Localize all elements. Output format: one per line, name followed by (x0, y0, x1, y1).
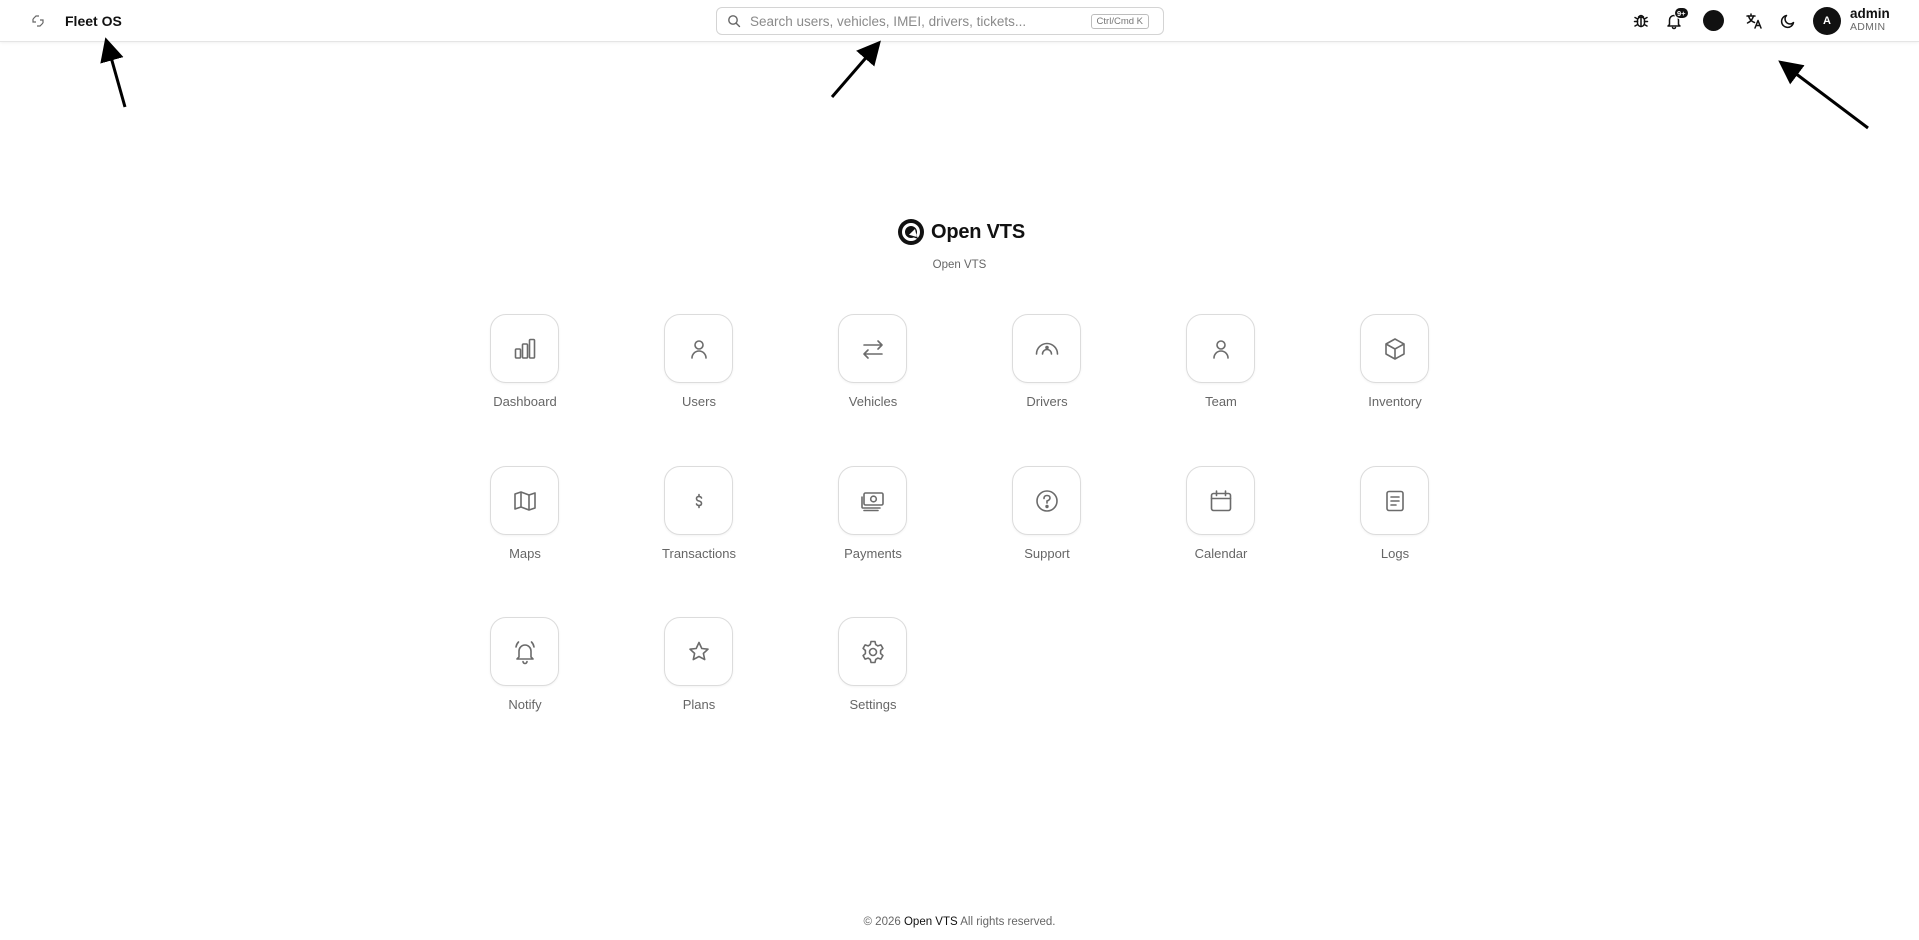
search-icon (727, 14, 741, 28)
user-icon (690, 339, 707, 359)
app-support[interactable]: Support (987, 466, 1107, 576)
app-dashboard[interactable]: Dashboard (465, 314, 585, 424)
app-tile[interactable] (838, 466, 907, 535)
app-tile[interactable] (1360, 466, 1429, 535)
app-tile[interactable] (1360, 314, 1429, 383)
app-label: Users (682, 394, 716, 409)
app-tile[interactable] (664, 466, 733, 535)
app-label: Logs (1380, 546, 1410, 561)
app-label: Maps (509, 546, 541, 561)
app-tile[interactable] (838, 314, 907, 383)
app-tile[interactable] (1012, 314, 1081, 383)
calendar-icon (1210, 489, 1231, 511)
app-label: Dashboard (493, 394, 557, 409)
map-icon (513, 490, 536, 511)
app-plans[interactable]: Plans (639, 617, 759, 727)
search-shortcut-hint: Ctrl/Cmd K (1090, 13, 1149, 29)
document-icon (1385, 490, 1404, 511)
footer-rights: All rights reserved. (960, 916, 1056, 928)
bug-report-icon[interactable] (1631, 11, 1651, 31)
arrow-to-search (830, 40, 881, 98)
app-label: Settings (849, 697, 897, 712)
dollar-icon (695, 493, 702, 508)
app-settings[interactable]: Settings (813, 617, 933, 727)
user-role: ADMIN (1850, 21, 1886, 33)
arrows-swap-icon (862, 339, 883, 359)
notifications-bell-icon[interactable]: 9+ (1664, 7, 1689, 31)
search-input[interactable] (750, 13, 1091, 29)
app-tile[interactable] (664, 314, 733, 383)
arrow-to-actions (1778, 60, 1869, 130)
app-notify[interactable]: Notify (465, 617, 585, 727)
hero-title: Open VTS (931, 221, 1025, 243)
bar-chart-icon (514, 338, 535, 359)
sidebar-toggle-icon[interactable] (29, 12, 47, 30)
app-tile[interactable] (664, 617, 733, 686)
app-label: Plans (682, 697, 716, 712)
gear-icon (861, 640, 884, 663)
hero-subtitle: Open VTS (932, 259, 987, 271)
steering-icon (1035, 342, 1058, 355)
star-icon (688, 641, 709, 660)
app-label: Inventory (1368, 394, 1422, 409)
user-icon (1212, 339, 1229, 359)
money-icon (860, 491, 884, 511)
app-label: Calendar (1194, 546, 1248, 561)
app-tile[interactable] (1012, 466, 1081, 535)
arrow-to-brand (100, 37, 127, 108)
top-bar: Fleet OS Ctrl/Cmd K 9+ (0, 0, 1919, 42)
app-inventory[interactable]: Inventory (1335, 314, 1455, 424)
app-payments[interactable]: Payments (813, 466, 933, 576)
app-logs[interactable]: Logs (1335, 466, 1455, 576)
global-search[interactable]: Ctrl/Cmd K (716, 7, 1164, 35)
dark-mode-moon-icon[interactable] (1778, 11, 1798, 31)
box-icon (1384, 337, 1405, 360)
app-label: Drivers (1026, 394, 1068, 409)
app-vehicles[interactable]: Vehicles (813, 314, 933, 424)
notifications-badge: 9+ (1674, 7, 1689, 19)
app-users[interactable]: Users (639, 314, 759, 424)
app-maps[interactable]: Maps (465, 466, 585, 576)
app-label: Team (1205, 394, 1237, 409)
app-tile[interactable] (1186, 466, 1255, 535)
app-label: Support (1024, 546, 1070, 561)
app-tile[interactable] (490, 617, 559, 686)
user-avatar[interactable]: A (1813, 7, 1841, 35)
bell-ringing-icon (514, 640, 535, 664)
app-label: Vehicles (848, 394, 898, 409)
app-tile[interactable] (1186, 314, 1255, 383)
footer-copyright: © 2026 (863, 916, 901, 928)
app-tile[interactable] (838, 617, 907, 686)
brand-title[interactable]: Fleet OS (65, 12, 122, 30)
app-label: Notify (508, 697, 542, 712)
app-team[interactable]: Team (1161, 314, 1281, 424)
translate-icon[interactable] (1744, 11, 1764, 31)
help-circle-icon (1035, 489, 1058, 512)
app-transactions[interactable]: Transactions (639, 466, 759, 576)
footer-brand-link[interactable]: Open VTS (904, 916, 958, 928)
annotation-arrows (100, 37, 1869, 130)
app-tile[interactable] (490, 314, 559, 383)
app-label: Payments (844, 546, 902, 561)
app-calendar[interactable]: Calendar (1161, 466, 1281, 576)
status-indicator[interactable] (1703, 10, 1724, 31)
app-label: Transactions (662, 546, 736, 561)
footer: © 2026 Open VTS All rights reserved. (0, 916, 1919, 928)
open-vts-logo-icon (897, 218, 925, 246)
app-tile[interactable] (490, 466, 559, 535)
app-drivers[interactable]: Drivers (987, 314, 1107, 424)
user-name[interactable]: admin (1850, 7, 1890, 21)
